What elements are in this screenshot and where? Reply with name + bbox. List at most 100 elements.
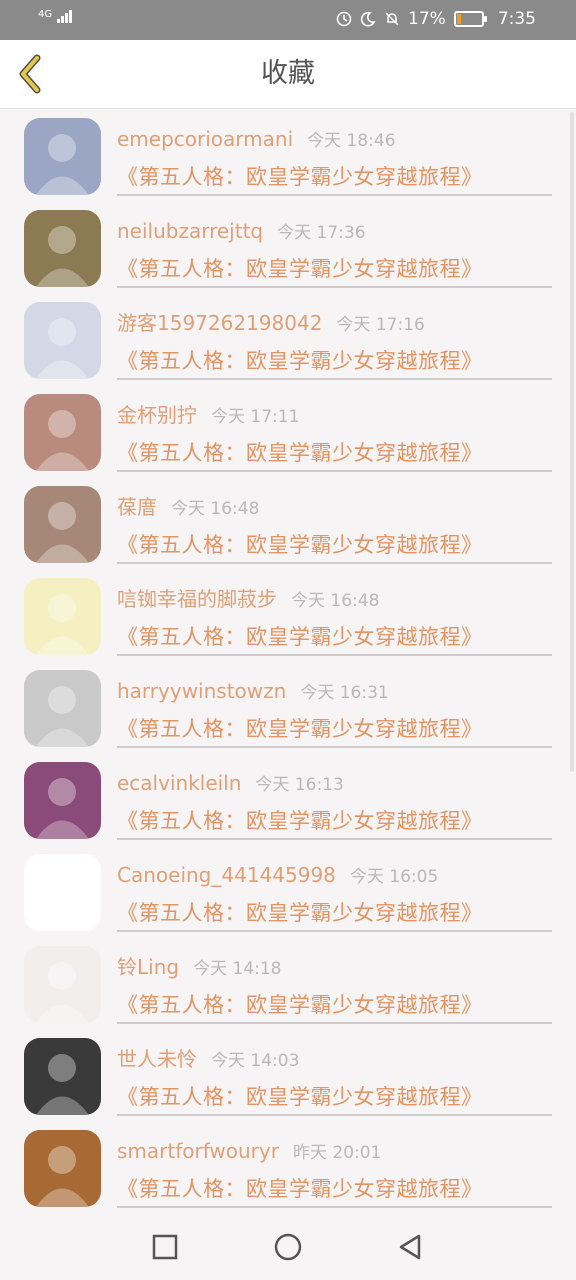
avatar[interactable] xyxy=(24,486,101,563)
username[interactable]: 唁铷幸福的脚菽步 xyxy=(117,587,277,611)
timestamp: 今天 16:13 xyxy=(255,775,344,795)
signal-bars-icon xyxy=(57,10,73,23)
timestamp: 今天 17:11 xyxy=(211,407,300,427)
app-header: 收藏 xyxy=(0,40,576,109)
list-item[interactable]: harryywinstowzn 今天 16:31 《第五人格：欧皇学霸少女穿越旅程》 xyxy=(0,661,576,753)
item-info: 唁铷幸福的脚菽步 今天 16:48 《第五人格：欧皇学霸少女穿越旅程》 xyxy=(117,584,552,656)
book-title-link[interactable]: 《第五人格：欧皇学霸少女穿越旅程》 xyxy=(117,253,552,283)
list-item[interactable]: Canoeing_441445998 今天 16:05 《第五人格：欧皇学霸少女穿越… xyxy=(0,845,576,937)
avatar[interactable] xyxy=(24,1130,101,1207)
moon-icon xyxy=(360,11,376,27)
item-info: Canoeing_441445998 今天 16:05 《第五人格：欧皇学霸少女穿越… xyxy=(117,860,552,932)
timestamp: 今天 16:48 xyxy=(291,591,380,611)
home-button[interactable] xyxy=(273,1232,303,1262)
username[interactable]: ecalvinkleiln xyxy=(117,771,241,795)
back-nav-button[interactable] xyxy=(395,1232,425,1262)
page-title: 收藏 xyxy=(261,58,315,89)
item-info: smartforfwouryr 昨天 20:01 《第五人格：欧皇学霸少女穿越旅程》 xyxy=(117,1136,552,1208)
book-title-link[interactable]: 《第五人格：欧皇学霸少女穿越旅程》 xyxy=(117,345,552,375)
book-title-link[interactable]: 《第五人格：欧皇学霸少女穿越旅程》 xyxy=(117,897,552,927)
avatar[interactable] xyxy=(24,670,101,747)
avatar[interactable] xyxy=(24,762,101,839)
mute-bell-icon xyxy=(385,12,399,26)
list-item[interactable]: ecalvinkleiln 今天 16:13 《第五人格：欧皇学霸少女穿越旅程》 xyxy=(0,753,576,845)
scrollbar[interactable] xyxy=(570,112,574,772)
book-title-link[interactable]: 《第五人格：欧皇学霸少女穿越旅程》 xyxy=(117,1173,552,1203)
book-title-link[interactable]: 《第五人格：欧皇学霸少女穿越旅程》 xyxy=(117,161,552,191)
signal-indicator: 4G xyxy=(38,10,73,23)
avatar-image xyxy=(36,870,89,931)
avatar-image xyxy=(36,1146,89,1207)
username[interactable]: 葆庴 xyxy=(117,495,157,519)
avatar-image xyxy=(36,226,89,287)
favorites-list[interactable]: emepcorioarmani 今天 18:46 《第五人格：欧皇学霸少女穿越旅程》… xyxy=(0,109,576,1214)
avatar[interactable] xyxy=(24,854,101,931)
list-item[interactable]: neilubzarrejttq 今天 17:36 《第五人格：欧皇学霸少女穿越旅程》 xyxy=(0,201,576,293)
item-info: 葆庴 今天 16:48 《第五人格：欧皇学霸少女穿越旅程》 xyxy=(117,492,552,564)
list-item[interactable]: 铃Ling 今天 14:18 《第五人格：欧皇学霸少女穿越旅程》 xyxy=(0,937,576,1029)
battery-percent: 17% xyxy=(408,9,446,29)
avatar[interactable] xyxy=(24,394,101,471)
timestamp: 今天 16:05 xyxy=(349,867,439,887)
book-title-link[interactable]: 《第五人格：欧皇学霸少女穿越旅程》 xyxy=(117,529,552,559)
item-info: harryywinstowzn 今天 16:31 《第五人格：欧皇学霸少女穿越旅程》 xyxy=(117,676,552,748)
timestamp: 今天 14:18 xyxy=(193,959,282,979)
item-info: 铃Ling 今天 14:18 《第五人格：欧皇学霸少女穿越旅程》 xyxy=(117,952,552,1024)
list-item[interactable]: 葆庴 今天 16:48 《第五人格：欧皇学霸少女穿越旅程》 xyxy=(0,477,576,569)
list-item[interactable]: emepcorioarmani 今天 18:46 《第五人格：欧皇学霸少女穿越旅程》 xyxy=(0,109,576,201)
item-info: ecalvinkleiln 今天 16:13 《第五人格：欧皇学霸少女穿越旅程》 xyxy=(117,768,552,840)
item-info: 游客1597262198042 今天 17:16 《第五人格：欧皇学霸少女穿越旅程》 xyxy=(117,308,552,380)
avatar-image xyxy=(36,778,89,839)
avatar-image xyxy=(36,1054,89,1115)
username[interactable]: harryywinstowzn xyxy=(117,679,286,703)
avatar-image xyxy=(36,594,89,655)
username[interactable]: 游客1597262198042 xyxy=(117,311,322,335)
avatar-image xyxy=(36,502,89,563)
username[interactable]: 金杯别拧 xyxy=(117,403,197,427)
username[interactable]: neilubzarrejttq xyxy=(117,219,263,243)
username[interactable]: emepcorioarmani xyxy=(117,127,293,151)
timestamp: 今天 17:16 xyxy=(336,315,425,335)
status-bar: 4G 17% 7:35 xyxy=(0,0,576,40)
avatar[interactable] xyxy=(24,118,101,195)
item-info: 世人未怜 今天 14:03 《第五人格：欧皇学霸少女穿越旅程》 xyxy=(117,1044,552,1116)
list-item[interactable]: 金杯别拧 今天 17:11 《第五人格：欧皇学霸少女穿越旅程》 xyxy=(0,385,576,477)
list-item[interactable]: smartforfwouryr 昨天 20:01 《第五人格：欧皇学霸少女穿越旅程》 xyxy=(0,1121,576,1213)
avatar[interactable] xyxy=(24,210,101,287)
username[interactable]: smartforfwouryr xyxy=(117,1139,279,1163)
book-title-link[interactable]: 《第五人格：欧皇学霸少女穿越旅程》 xyxy=(117,621,552,651)
timestamp: 今天 16:48 xyxy=(171,499,260,519)
avatar[interactable] xyxy=(24,302,101,379)
avatar[interactable] xyxy=(24,578,101,655)
item-info: emepcorioarmani 今天 18:46 《第五人格：欧皇学霸少女穿越旅程》 xyxy=(117,124,552,196)
avatar-image xyxy=(36,962,89,1023)
avatar-image xyxy=(36,318,89,379)
book-title-link[interactable]: 《第五人格：欧皇学霸少女穿越旅程》 xyxy=(117,805,552,835)
list-item[interactable]: 游客1597262198042 今天 17:16 《第五人格：欧皇学霸少女穿越旅程》 xyxy=(0,293,576,385)
timestamp: 今天 17:36 xyxy=(277,223,366,243)
timestamp: 今天 16:31 xyxy=(300,683,389,703)
navigation-bar xyxy=(0,1214,576,1280)
book-title-link[interactable]: 《第五人格：欧皇学霸少女穿越旅程》 xyxy=(117,437,552,467)
avatar-image xyxy=(36,134,89,195)
username[interactable]: 世人未怜 xyxy=(117,1047,197,1071)
avatar[interactable] xyxy=(24,946,101,1023)
timestamp: 今天 14:03 xyxy=(211,1051,300,1071)
book-title-link[interactable]: 《第五人格：欧皇学霸少女穿越旅程》 xyxy=(117,713,552,743)
item-info: neilubzarrejttq 今天 17:36 《第五人格：欧皇学霸少女穿越旅程》 xyxy=(117,216,552,288)
username[interactable]: 铃Ling xyxy=(117,955,179,979)
item-info: 金杯别拧 今天 17:11 《第五人格：欧皇学霸少女穿越旅程》 xyxy=(117,400,552,472)
recent-apps-button[interactable] xyxy=(150,1232,180,1262)
clock: 7:35 xyxy=(497,9,536,29)
avatar-image xyxy=(36,686,89,747)
timestamp: 今天 18:46 xyxy=(307,131,396,151)
network-type: 4G xyxy=(38,9,53,20)
username[interactable]: Canoeing_441445998 xyxy=(117,863,336,887)
avatar[interactable] xyxy=(24,1038,101,1115)
list-item[interactable]: 世人未怜 今天 14:03 《第五人格：欧皇学霸少女穿越旅程》 xyxy=(0,1029,576,1121)
list-item[interactable]: 唁铷幸福的脚菽步 今天 16:48 《第五人格：欧皇学霸少女穿越旅程》 xyxy=(0,569,576,661)
timestamp: 昨天 20:01 xyxy=(292,1143,382,1163)
book-title-link[interactable]: 《第五人格：欧皇学霸少女穿越旅程》 xyxy=(117,989,552,1019)
data-saver-icon xyxy=(336,11,352,27)
book-title-link[interactable]: 《第五人格：欧皇学霸少女穿越旅程》 xyxy=(117,1081,552,1111)
